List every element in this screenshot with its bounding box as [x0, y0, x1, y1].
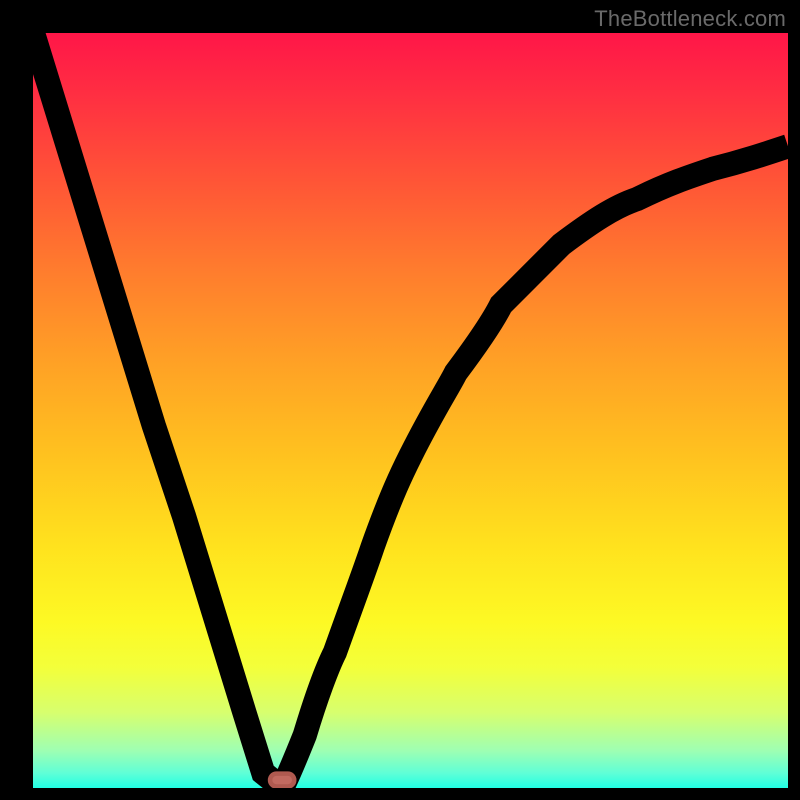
chart-frame: TheBottleneck.com	[0, 0, 800, 800]
bottleneck-curve	[33, 33, 788, 788]
min-marker	[270, 774, 294, 787]
plot-area	[33, 33, 788, 788]
chart-svg	[33, 33, 788, 788]
watermark-text: TheBottleneck.com	[594, 6, 786, 32]
